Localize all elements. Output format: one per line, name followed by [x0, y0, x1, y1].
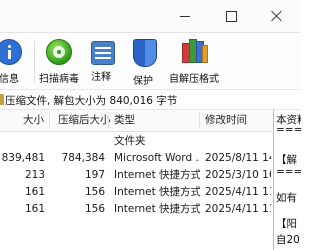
maximize-icon [225, 10, 237, 22]
cell-packed-size [50, 133, 105, 150]
preview-line: ===== [276, 166, 301, 178]
sfx-books-icon [181, 39, 208, 65]
file-list: 大小 压缩后大小 类型 修改时间 文件夹 839,481 784,384 Mic… [0, 110, 272, 250]
cell-size: 161 [24, 203, 45, 215]
table-row[interactable]: 161 156 Internet 快捷方式 2025/4/11 11... [0, 184, 272, 201]
file-list-header: 大小 压缩后大小 类型 修改时间 [0, 110, 272, 132]
minimize-button[interactable] [162, 0, 208, 32]
table-row[interactable]: 文件夹 [0, 133, 272, 150]
cell-modified: 2025/8/11 14... [205, 152, 271, 164]
cell-packed-size: 156 [84, 203, 105, 215]
info-button-label: 信息 [0, 74, 19, 85]
sfx-button[interactable]: 自解压格式 [168, 37, 220, 87]
scan-virus-button[interactable]: 扫描病毒 [36, 37, 82, 87]
table-row[interactable]: 213 197 Internet 快捷方式 2025/3/10 16... [0, 167, 272, 184]
preview-line: 如有 [276, 192, 297, 204]
window-controls [162, 0, 300, 32]
table-row[interactable]: 839,481 784,384 Microsoft Word ... 2025/… [0, 150, 272, 167]
minimize-icon [180, 15, 190, 17]
sfx-label: 自解压格式 [169, 74, 219, 85]
toolbar-separator [34, 41, 35, 83]
cell-packed-size: 784,384 [61, 152, 105, 164]
column-header-modified[interactable]: 修改时间 [205, 110, 271, 131]
archive-icon [0, 94, 4, 105]
cell-type: 文件夹 [114, 135, 146, 147]
preview-line: 【阳 [276, 218, 297, 230]
cell-type: Internet 快捷方式 [114, 203, 200, 215]
cell-size: 213 [24, 169, 45, 181]
comment-preview-pane[interactable]: 本资料 ===== 【解 ===== 如有 【阳 自20 [273, 110, 301, 250]
preview-line: 自20 [276, 234, 300, 246]
cell-modified [205, 133, 271, 150]
maximize-button[interactable] [208, 0, 254, 32]
cell-size: 839,481 [1, 152, 45, 164]
shield-icon [133, 39, 157, 67]
archive-info-bar: 压缩文件, 解包大小为 840,016 字节 [0, 90, 300, 110]
preview-line: 【解 [276, 154, 297, 166]
cell-packed-size: 197 [84, 169, 105, 181]
column-header-type[interactable]: 类型 [114, 110, 194, 131]
table-row[interactable]: 161 156 Internet 快捷方式 2025/4/11 11... [0, 201, 272, 218]
column-header-packed-size[interactable]: 压缩后大小 [58, 110, 111, 131]
cell-size [0, 133, 45, 150]
cell-type: Internet 快捷方式 [114, 186, 200, 198]
column-divider[interactable] [108, 112, 109, 129]
cell-type: Internet 快捷方式 [114, 169, 200, 181]
column-header-size[interactable]: 大小 [0, 110, 44, 131]
cell-modified: 2025/4/11 11... [205, 186, 271, 198]
cell-size: 161 [24, 186, 45, 198]
comment-icon [91, 41, 115, 65]
comment-label: 注释 [91, 72, 111, 83]
cell-type: Microsoft Word ... [114, 152, 200, 164]
protect-button[interactable]: 保护 [130, 37, 157, 87]
cell-modified: 2025/4/11 11... [205, 203, 271, 215]
cell-packed-size: 156 [84, 186, 105, 198]
preview-line: ===== [276, 124, 301, 136]
archive-info-text: 压缩文件, 解包大小为 840,016 字节 [5, 95, 178, 107]
column-divider[interactable] [199, 112, 200, 129]
protect-label: 保护 [133, 76, 153, 87]
close-button[interactable] [254, 0, 300, 32]
cell-modified: 2025/3/10 16... [205, 169, 271, 181]
scan-virus-label: 扫描病毒 [39, 74, 79, 85]
title-bar [0, 0, 300, 33]
toolbar: 信息 扫描病毒 注释 保护 自解压格式 [0, 33, 300, 90]
info-icon [0, 39, 22, 65]
close-icon [271, 10, 283, 22]
info-button[interactable]: 信息 [0, 37, 24, 87]
scan-virus-icon [46, 39, 72, 65]
comment-button[interactable]: 注释 [88, 37, 115, 87]
column-divider[interactable] [49, 112, 50, 129]
